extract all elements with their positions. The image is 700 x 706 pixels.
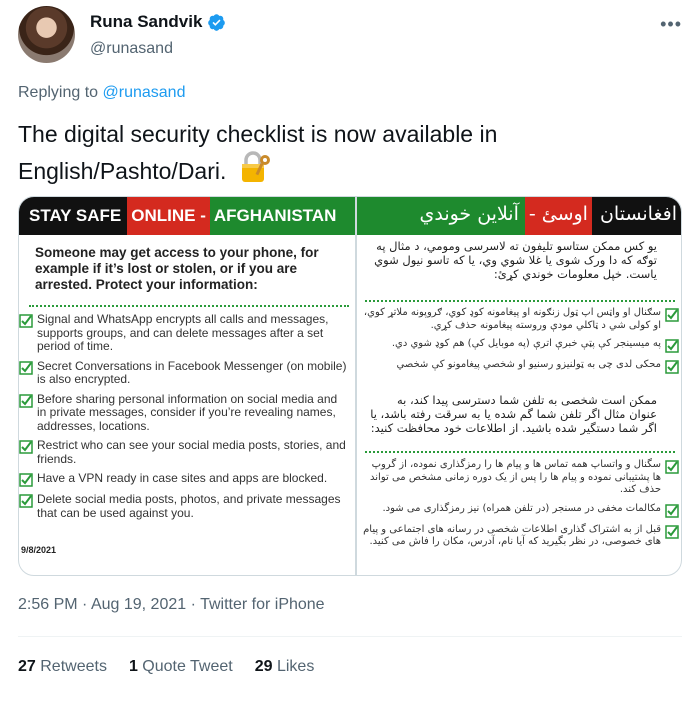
tweet-timestamp: 2:56 PM · Aug 19, 2021 · Twitter for iPh… [18, 596, 325, 614]
list-item-text: محکی لدی چی به ټولنیزو رسنیو او شخصي پیغ… [396, 359, 661, 370]
meta-separator: · [77, 596, 91, 613]
list-item-text: Restrict who can see your social media p… [37, 438, 346, 466]
list-item-text: Signal and WhatsApp encrypts all calls a… [37, 312, 329, 353]
tweet-text: The digital security checklist is now av… [18, 118, 682, 187]
list-item: Delete social media posts, photos, and p… [19, 492, 355, 520]
checkbox-icon [19, 314, 33, 328]
checklist-date: 9/8/2021 [21, 545, 57, 555]
quote-tweets-count: 1 [128, 658, 138, 675]
checkbox-icon [665, 339, 679, 353]
checkbox-icon [665, 308, 679, 322]
engagement-stats: 27 Retweets 1 Quote Tweet 29 Likes [18, 658, 314, 676]
replying-to: Replying to @runasand [18, 84, 185, 102]
locked-with-key-icon [241, 151, 270, 182]
checkbox-icon [19, 440, 33, 454]
banner-online: ONLINE - [127, 197, 210, 235]
list-item: Secret Conversations in Facebook Messeng… [19, 358, 355, 387]
list-item-text: Secret Conversations in Facebook Messeng… [37, 358, 347, 386]
checkbox-icon [19, 494, 33, 508]
more-options-icon[interactable]: ••• [660, 14, 682, 35]
english-panel: STAY SAFE ONLINE - AFGHANISTAN Someone m… [19, 197, 355, 575]
author-name[interactable]: Runa Sandvik [90, 12, 202, 32]
tweet-time[interactable]: 2:56 PM [18, 596, 78, 613]
banner-online-pashto: آنلاین خوندي [357, 197, 525, 235]
pashto-dari-panel: افغانستان اوسئ - آنلاین خوندي یو کس ممکن… [355, 197, 681, 575]
retweets-label: Retweets [35, 658, 107, 675]
list-item-text: قبل از به اشتراک گذاری اطلاعات شخصی در ر… [363, 523, 661, 548]
list-item: په میسینجر کې پټې خبرې اترې (په موبایل ک… [363, 338, 679, 353]
list-item: سګنال او واټس اپ ټول زنګونه او پیغامونه … [363, 307, 679, 332]
banner-afghanistan-pashto: افغانستان [591, 197, 681, 235]
list-item-text: Delete social media posts, photos, and p… [37, 492, 341, 520]
retweets-count: 27 [18, 658, 36, 675]
meta-separator: · [186, 596, 201, 613]
quote-tweets-label: Quote Tweet [137, 658, 233, 675]
tweet-header: Runa Sandvik @runasand ••• [18, 6, 682, 66]
list-item-text: Have a VPN ready in case sites and apps … [37, 471, 328, 485]
likes-link[interactable]: 29 Likes [255, 658, 315, 676]
list-item: Restrict who can see your social media p… [19, 438, 355, 466]
dotted-divider [365, 451, 675, 453]
list-item: مکالمات مخفی در مسنجر (در تلفن همراه) نی… [363, 503, 679, 518]
checkbox-icon [665, 503, 679, 518]
pashto-intro: یو کس ممکن ستاسو تلیفون ته لاسرسی ومومي،… [374, 239, 657, 281]
english-banner: STAY SAFE ONLINE - AFGHANISTAN [19, 197, 355, 235]
list-item: Before sharing personal information on s… [19, 391, 355, 434]
dotted-divider [29, 305, 349, 307]
english-intro: Someone may get access to your phone, fo… [35, 245, 319, 292]
replying-prefix: Replying to [18, 84, 103, 101]
quote-tweets-link[interactable]: 1 Quote Tweet [129, 658, 233, 676]
list-item: قبل از به اشتراک گذاری اطلاعات شخصی در ر… [363, 524, 679, 549]
list-item-text: Before sharing personal information on s… [37, 391, 338, 433]
author-handle[interactable]: @runasand [90, 40, 173, 58]
dari-intro: ممکن است شخصی به تلفن شما دسترسی پیدا کن… [370, 393, 657, 435]
checkbox-icon [665, 524, 679, 539]
dari-checklist: سگنال و واتساپ همه تماس ها و پیام ها را … [363, 459, 679, 555]
checkbox-icon [665, 460, 679, 474]
tweet-date[interactable]: Aug 19, 2021 [91, 596, 186, 613]
dotted-divider [365, 300, 675, 302]
divider [18, 636, 682, 637]
attached-image[interactable]: STAY SAFE ONLINE - AFGHANISTAN Someone m… [18, 196, 682, 576]
reply-mention-link[interactable]: @runasand [103, 84, 186, 101]
likes-label: Likes [272, 658, 315, 675]
retweets-link[interactable]: 27 Retweets [18, 658, 107, 676]
list-item-text: په میسینجر کې پټې خبرې اترې (په موبایل ک… [391, 338, 661, 349]
banner-stay-safe: STAY SAFE [19, 197, 128, 235]
likes-count: 29 [254, 658, 273, 675]
list-item: Have a VPN ready in case sites and apps … [19, 471, 355, 487]
english-checklist: Signal and WhatsApp encrypts all calls a… [19, 312, 355, 526]
list-item-text: سگنال و واتساپ همه تماس ها و پیام ها را … [370, 459, 661, 495]
checkbox-icon [19, 393, 33, 408]
banner-afghanistan: AFGHANISTAN [209, 197, 355, 235]
avatar[interactable] [18, 6, 75, 63]
pashto-banner: افغانستان اوسئ - آنلاین خوندي [357, 197, 681, 235]
banner-stay-pashto: اوسئ - [524, 197, 592, 235]
list-item: سگنال و واتساپ همه تماس ها و پیام ها را … [363, 459, 679, 497]
list-item: Signal and WhatsApp encrypts all calls a… [19, 312, 355, 354]
list-item-text: مکالمات مخفی در مسنجر (در تلفن همراه) نی… [382, 502, 661, 514]
list-item-text: سګنال او واټس اپ ټول زنګونه او پیغامونه … [363, 307, 661, 331]
checkbox-icon [665, 360, 679, 374]
checkbox-icon [19, 360, 33, 375]
verified-badge-icon [208, 13, 226, 31]
checkbox-icon [19, 473, 33, 487]
list-item: محکی لدی چی به ټولنیزو رسنیو او شخصي پیغ… [363, 359, 679, 374]
author-name-line[interactable]: Runa Sandvik [90, 12, 226, 32]
tweet-source[interactable]: Twitter for iPhone [200, 596, 325, 613]
pashto-checklist: سګنال او واټس اپ ټول زنګونه او پیغامونه … [363, 307, 679, 380]
